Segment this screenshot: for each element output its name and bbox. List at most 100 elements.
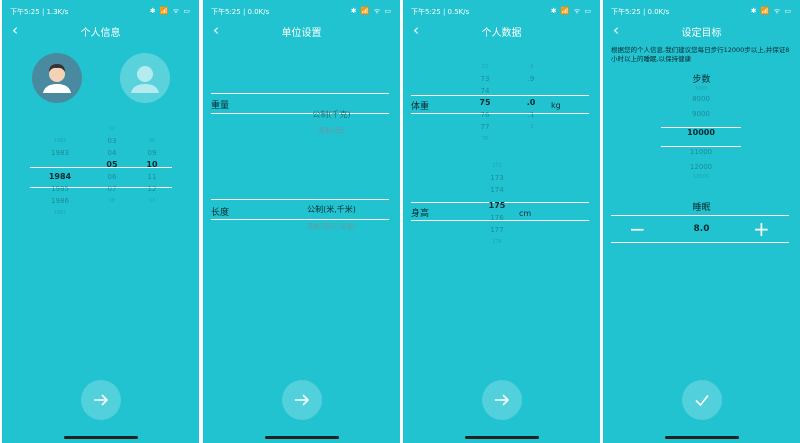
height-item: 178: [492, 239, 502, 245]
next-button[interactable]: [282, 380, 322, 420]
month-picker[interactable]: 02 03 04 05 06 07 08: [98, 123, 126, 207]
next-button[interactable]: [81, 380, 121, 420]
arrow-right-icon: [295, 394, 310, 406]
home-indicator: [665, 436, 739, 439]
sleep-top-line: [611, 215, 789, 216]
day-item: 11: [147, 173, 157, 181]
steps-item: 8000: [692, 95, 710, 103]
year-item: 1986: [51, 197, 69, 205]
status-icons: ✱ 📶 ᯤ ▭: [350, 7, 392, 15]
weight-int-item: 78: [481, 136, 489, 142]
length-top-line: [211, 199, 389, 200]
status-time: 下午5:25 | 0.0K/s: [611, 8, 670, 16]
check-icon: [695, 395, 709, 407]
next-button[interactable]: [482, 380, 522, 420]
status-bar: 下午5:25 | 0.5K/s ✱ 📶 ᯤ ▭: [411, 6, 592, 20]
day-item: 12: [147, 185, 157, 193]
length-option-imperial[interactable]: 英制(英尺,英里): [203, 222, 400, 232]
steps-item: 7000: [694, 86, 708, 92]
weight-label: 体重: [411, 102, 430, 112]
status-time: 下午5:25 | 0.5K/s: [411, 8, 470, 16]
weight-dec-item: .8: [528, 64, 534, 70]
nav-bar: ‹ 设定目标: [603, 20, 800, 40]
height-unit: cm: [519, 209, 532, 218]
month-item: 04: [107, 149, 117, 157]
male-avatar-icon[interactable]: [32, 53, 82, 103]
month-selected: 05: [106, 160, 118, 169]
status-time: 下午5:25 | 1.3K/s: [10, 8, 69, 16]
weight-int-item: 74: [480, 87, 490, 95]
weight-decimal-picker[interactable]: .8 .9 .0 .1 .3: [520, 61, 542, 133]
height-item: 173: [490, 174, 504, 182]
home-indicator: [265, 436, 339, 439]
weight-dec-item: .3: [528, 124, 534, 130]
height-item: 177: [490, 226, 504, 234]
screen-set-goal: 下午5:25 | 0.0K/s ✱ 📶 ᯤ ▭ ‹ 设定目标 根据您的个人信息,…: [603, 0, 800, 443]
steps-item: 12000: [689, 163, 713, 171]
page-title: 单位设置: [281, 28, 322, 39]
weight-int-item: 72: [481, 64, 489, 70]
year-item: 1983: [51, 149, 69, 157]
month-item: 08: [108, 198, 116, 204]
screen-personal-data: 下午5:25 | 0.5K/s ✱ 📶 ᯤ ▭ ‹ 个人数据 体重 72 73 …: [403, 0, 600, 443]
status-icons: ✱ 📶 ᯤ ▭: [149, 7, 191, 15]
weight-bottom-line: [411, 113, 589, 114]
year-selected: 1984: [48, 172, 72, 181]
day-selected: 10: [146, 160, 158, 169]
plus-icon[interactable]: +: [753, 217, 770, 241]
confirm-button[interactable]: [682, 380, 722, 420]
day-picker[interactable]: 08 09 10 11 12 13: [138, 135, 166, 207]
nav-bar: ‹ 个人数据: [403, 20, 600, 40]
weight-dec-item: .1: [527, 111, 535, 119]
year-item: 1985: [51, 185, 69, 193]
sleep-value: 8.0: [693, 224, 710, 234]
weight-option-metric[interactable]: 公制(千克): [203, 109, 400, 120]
steps-picker[interactable]: 7000 8000 9000 10000 11000 12000 13000: [676, 85, 726, 181]
day-item: 08: [148, 138, 156, 144]
height-picker[interactable]: 172 173 174 175 176 177 178: [485, 160, 509, 248]
height-item: 176: [490, 214, 504, 222]
weight-top-line: [211, 93, 389, 94]
month-item: 06: [107, 173, 117, 181]
height-item: 174: [490, 186, 504, 194]
weight-int-item: 73: [480, 75, 490, 83]
sleep-label: 睡眠: [692, 203, 711, 213]
page-title: 设定目标: [681, 28, 722, 39]
day-item: 13: [148, 198, 156, 204]
weight-int-selected: 75: [479, 98, 491, 107]
steps-item: 9000: [692, 110, 710, 118]
nav-bar: ‹ 单位设置: [203, 20, 400, 40]
length-bottom-line: [211, 219, 389, 220]
weight-top-line: [411, 95, 589, 96]
weight-option-imperial[interactable]: 英制(磅): [203, 126, 400, 136]
height-label: 身高: [411, 209, 430, 219]
status-bar: 下午5:25 | 0.0K/s ✱ 📶 ᯤ ▭: [611, 6, 792, 20]
status-bar: 下午5:25 | 1.3K/s ✱ 📶 ᯤ ▭: [10, 6, 191, 20]
height-item: 172: [492, 163, 502, 169]
weight-int-item: 77: [480, 123, 490, 131]
month-item: 02: [108, 126, 116, 132]
status-bar: 下午5:25 | 0.0K/s ✱ 📶 ᯤ ▭: [211, 6, 392, 20]
steps-item: 13000: [693, 174, 709, 180]
year-item: 1982: [53, 138, 67, 144]
goal-description: 根据您的个人信息,我们建议您每日步行12000步以上,并保证8小时以上的睡眠,以…: [611, 46, 790, 63]
length-option-metric[interactable]: 公制(米,千米): [203, 204, 400, 215]
weight-unit: kg: [551, 101, 561, 110]
sleep-bottom-line: [611, 242, 789, 243]
screen-unit-settings: 下午5:25 | 0.0K/s ✱ 📶 ᯤ ▭ ‹ 单位设置 重量 公制(千克)…: [203, 0, 400, 443]
month-item: 03: [107, 137, 117, 145]
weight-int-picker[interactable]: 72 73 74 75 76 77 78: [473, 61, 497, 145]
home-indicator: [64, 436, 138, 439]
year-picker[interactable]: 1982 1983 1984 1985 1986 1987: [42, 135, 78, 219]
home-indicator: [465, 436, 539, 439]
female-avatar-icon[interactable]: [120, 53, 170, 103]
page-title: 个人信息: [80, 28, 121, 39]
screen-personal-info: 下午5:25 | 1.3K/s ✱ 📶 ᯤ ▭ ‹ 个人信息 1982 1983…: [2, 0, 199, 443]
year-item: 1987: [53, 210, 67, 216]
status-icons: ✱ 📶 ᯤ ▭: [550, 7, 592, 15]
status-time: 下午5:25 | 0.0K/s: [211, 8, 270, 16]
steps-selected: 10000: [687, 128, 715, 137]
day-item: 09: [147, 149, 157, 157]
weight-int-item: 76: [480, 111, 490, 119]
height-selected: 175: [488, 201, 506, 210]
